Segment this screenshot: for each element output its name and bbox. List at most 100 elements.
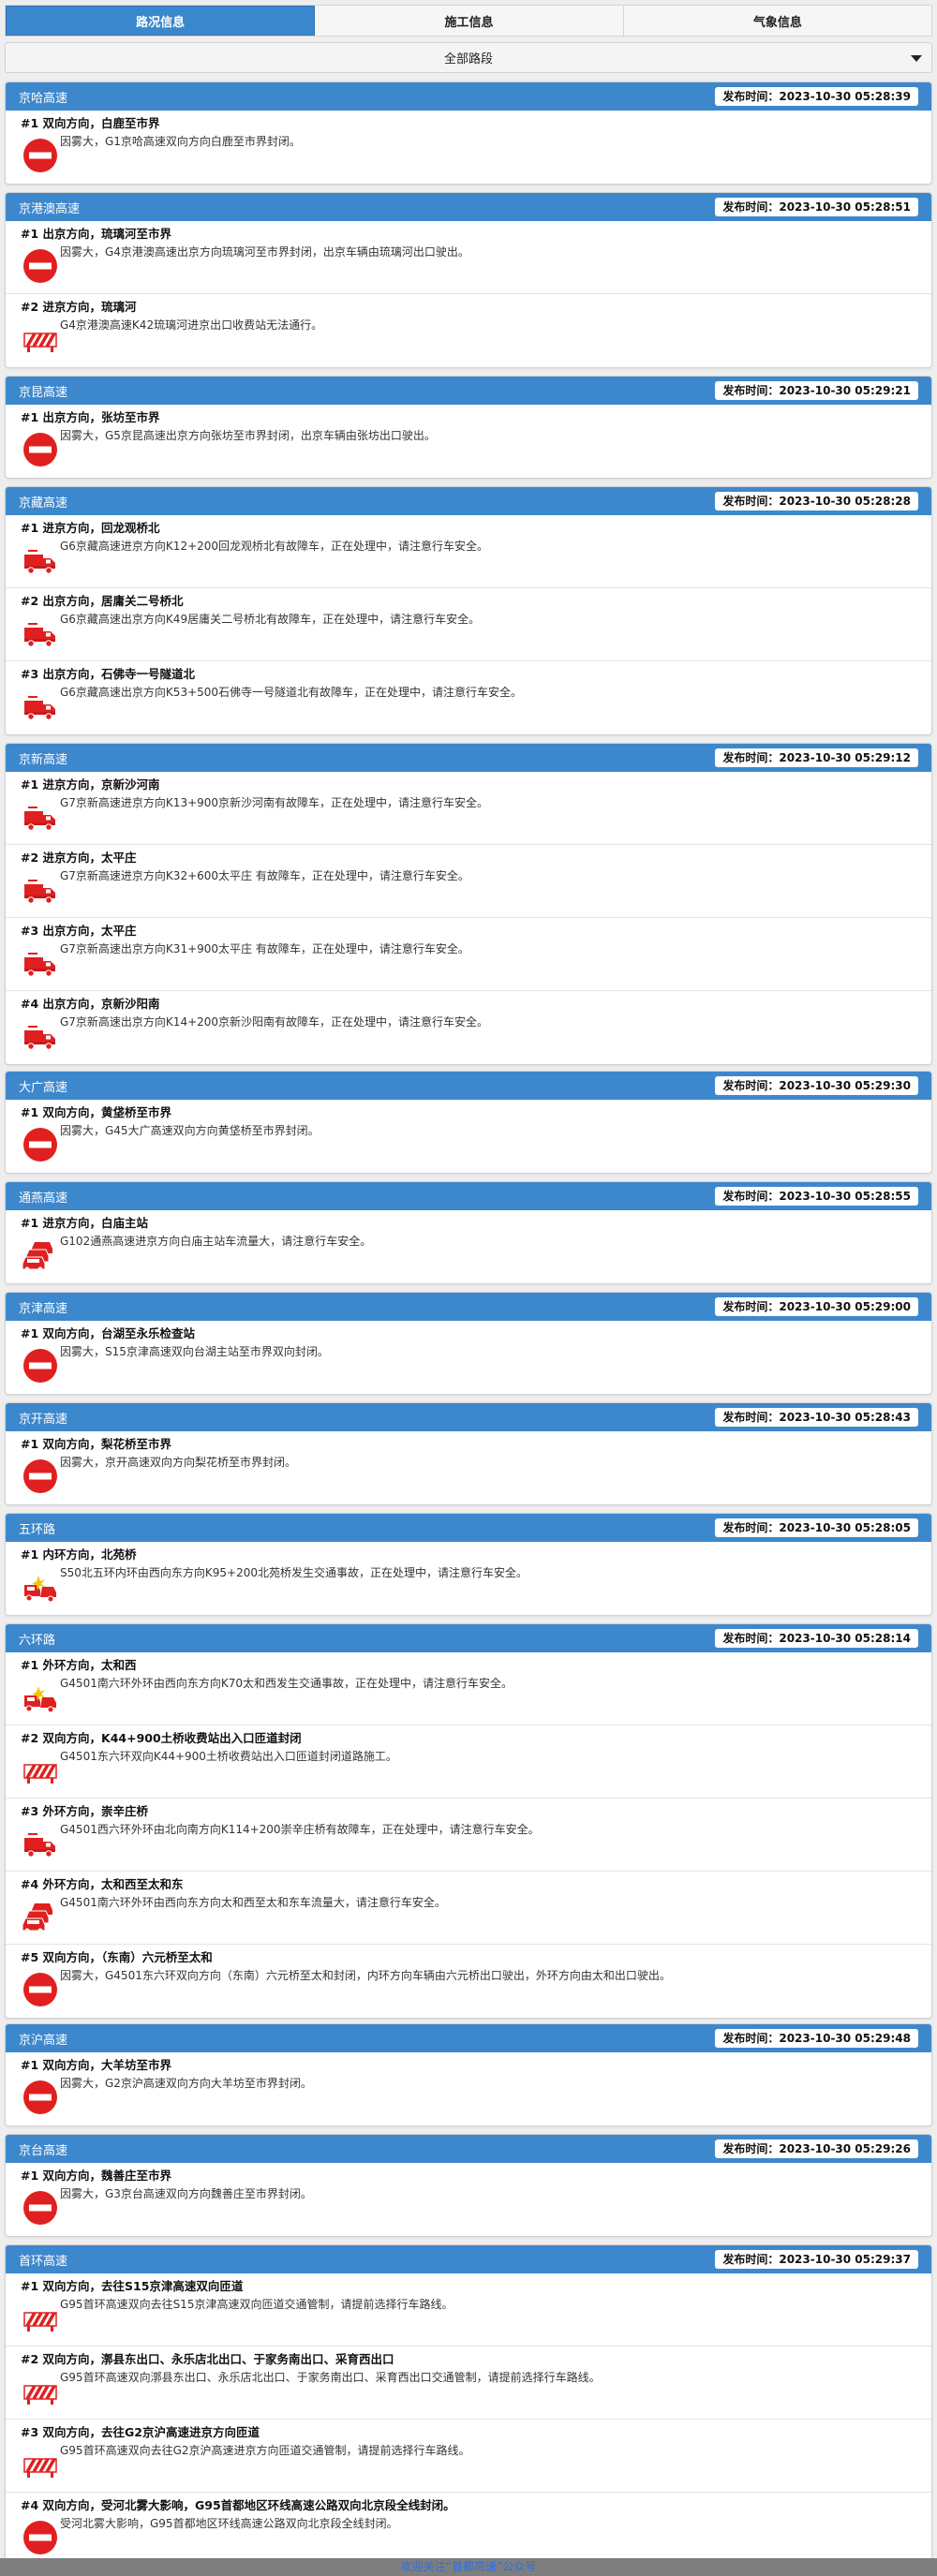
footer-follow-link[interactable]: 欢迎关注“首都高速”公众号 — [0, 2558, 937, 2576]
publish-time-label: 发布时间： — [722, 90, 780, 103]
incident-description: G4501南六环外环由西向东方向K70太和西发生交通事故，正在处理中，请注意行车… — [60, 1677, 513, 1690]
road-card: 京沪高速 发布时间：2023-10-30 05:29:48 #1 双向方向，大羊坊至… — [5, 2023, 932, 2126]
road-closed-icon — [22, 2079, 59, 2116]
breakdown-truck-icon — [22, 614, 59, 652]
incident-item[interactable]: #4 双向方向，受河北雾大影响，G95首都地区环线高速公路双向北京段全线封闭。受… — [6, 2493, 931, 2566]
publish-time-badge: 发布时间：2023-10-30 05:29:00 — [715, 1297, 918, 1316]
publish-time-badge: 发布时间：2023-10-30 05:29:21 — [715, 381, 918, 400]
incident-item[interactable]: #1 内环方向，北苑桥 S50北五环内环由西向东方向K95+200北苑桥发生交通事… — [6, 1542, 931, 1615]
incident-item[interactable]: #2 双向方向，K44+900土桥收费站出入口匝道封闭 G4501东六环双向K44… — [6, 1725, 931, 1799]
incident-title: #2 进京方向，太平庄 — [21, 851, 137, 865]
incident-item[interactable]: #3 双向方向，去往G2京沪高速进京方向匝道 G95首环高速双向去往G2京沪高速进… — [6, 2420, 931, 2493]
incident-item[interactable]: #1 双向方向，魏善庄至市界 因雾大，G3京台高速双向方向魏善庄至市界封闭。 — [6, 2163, 931, 2236]
incident-item[interactable]: #1 双向方向，梨花桥至市界 因雾大，京开高速双向方向梨花桥至市界封闭。 — [6, 1431, 931, 1504]
incident-description: G7京新高速出京方向K31+900太平庄 有故障车，正在处理中，请注意行车安全。 — [60, 942, 469, 955]
road-closed-icon — [22, 1971, 59, 2008]
road-closed-icon — [22, 1126, 59, 1163]
tab-weather-info[interactable]: 气象信息 — [623, 6, 931, 36]
publish-time-label: 发布时间： — [722, 495, 780, 508]
publish-time-label: 发布时间： — [722, 1190, 780, 1203]
publish-time-value: 2023-10-30 05:29:26 — [779, 2142, 911, 2155]
incident-item[interactable]: #5 双向方向，（东南）六元桥至太和 因雾大，G4501东六环双向方向（东南）六元… — [6, 1945, 931, 2018]
incident-item[interactable]: #3 出京方向，太平庄 G7京新高速出京方向K31+900太平庄 有故障车，正在处… — [6, 918, 931, 991]
road-card-header: 京津高速 发布时间：2023-10-30 05:29:00 — [6, 1293, 931, 1321]
incident-item[interactable]: #1 双向方向，白鹿至市界 因雾大，G1京哈高速双向方向白鹿至市界封闭。 — [6, 111, 931, 184]
incident-item[interactable]: #1 双向方向，去往S15京津高速双向匝道 G95首环高速双向去往S15京津高速双… — [6, 2273, 931, 2347]
road-card: 五环路 发布时间：2023-10-30 05:28:05 #1 内环方向，北苑桥 S5… — [5, 1513, 932, 1616]
incident-description: G7京新高速出京方向K14+200京新沙阳南有故障车，正在处理中，请注意行车安全… — [60, 1015, 489, 1029]
publish-time-label: 发布时间： — [722, 200, 780, 214]
incident-description: 因雾大，S15京津高速双向台湖主站至市界双向封闭。 — [60, 1345, 329, 1358]
road-name: 京港澳高速 — [19, 201, 81, 216]
road-card: 京开高速 发布时间：2023-10-30 05:28:43 #1 双向方向，梨花桥至… — [5, 1402, 932, 1505]
breakdown-truck-icon — [22, 1017, 59, 1055]
incident-item[interactable]: #1 进京方向，回龙观桥北 G6京藏高速进京方向K12+200回龙观桥北有故障车，… — [6, 515, 931, 588]
publish-time-badge: 发布时间：2023-10-30 05:29:48 — [715, 2029, 918, 2048]
incident-item[interactable]: #4 外环方向，太和西至太和东 G4501南六环外环由西向东方向太和西至太和东车流… — [6, 1872, 931, 1945]
tab-traffic-info[interactable]: 路况信息 — [6, 6, 316, 36]
incident-item[interactable]: #1 双向方向，黄垡桥至市界 因雾大，G45大广高速双向方向黄垡桥至市界封闭。 — [6, 1100, 931, 1173]
road-card-header: 京新高速 发布时间：2023-10-30 05:29:12 — [6, 744, 931, 772]
incident-item[interactable]: #1 双向方向，台湖至永乐检查站 因雾大，S15京津高速双向台湖主站至市界双向封闭… — [6, 1321, 931, 1394]
tab-construction-info[interactable]: 施工信息 — [315, 6, 624, 36]
road-name: 京新高速 — [19, 752, 68, 767]
publish-time-label: 发布时间： — [722, 1632, 780, 1645]
incident-item[interactable]: #4 出京方向，京新沙阳南 G7京新高速出京方向K14+200京新沙阳南有故障车，… — [6, 991, 931, 1064]
incident-title: #1 双向方向，大羊坊至市界 — [21, 2058, 172, 2072]
incident-title: #1 双向方向，魏善庄至市界 — [21, 2169, 172, 2183]
road-name: 通燕高速 — [19, 1191, 68, 1206]
incident-item[interactable]: #1 出京方向，琉璃河至市界 因雾大，G4京港澳高速出京方向琉璃河至市界封闭，出京… — [6, 221, 931, 294]
road-card-header: 大广高速 发布时间：2023-10-30 05:29:30 — [6, 1072, 931, 1100]
publish-time-label: 发布时间： — [722, 2142, 780, 2155]
incident-description: G95首环高速双向去往G2京沪高速进京方向匝道交通管制，请提前选择行车路线。 — [60, 2444, 470, 2457]
incident-item[interactable]: #1 进京方向，白庙主站 G102通燕高速进京方向白庙主站车流量大，请注意行车安全… — [6, 1210, 931, 1283]
incident-description: G6京藏高速出京方向K53+500石佛寺一号隧道北有故障车，正在处理中，请注意行… — [60, 686, 523, 699]
road-name: 首环高速 — [19, 2254, 68, 2269]
incident-item[interactable]: #1 进京方向，京新沙河南 G7京新高速进京方向K13+900京新沙河南有故障车，… — [6, 772, 931, 845]
incident-title: #5 双向方向，（东南）六元桥至太和 — [21, 1950, 213, 1964]
publish-time-label: 发布时间： — [722, 1521, 780, 1534]
breakdown-truck-icon — [22, 798, 59, 836]
incident-title: #1 双向方向，黄垡桥至市界 — [21, 1105, 172, 1119]
incident-title: #2 双向方向，K44+900土桥收费站出入口匝道封闭 — [21, 1731, 302, 1745]
road-card: 六环路 发布时间：2023-10-30 05:28:14 #1 外环方向，太和西 G4… — [5, 1623, 932, 2019]
incident-item[interactable]: #1 双向方向，大羊坊至市界因雾大，G2京沪高速双向方向大羊坊至市界封闭。 — [6, 2052, 931, 2125]
incident-title: #3 外环方向，崇辛庄桥 — [21, 1804, 149, 1818]
publish-time-label: 发布时间： — [722, 2253, 780, 2266]
road-section-select-value: 全部路段 — [443, 52, 493, 67]
road-name: 京开高速 — [19, 1412, 68, 1427]
incident-item[interactable]: #3 外环方向，崇辛庄桥 G4501西六环外环由北向南方向K114+200崇辛庄桥… — [6, 1799, 931, 1872]
incident-item[interactable]: #2 出京方向，居庸关二号桥北 G6京藏高速出京方向K49居庸关二号桥北有故障车，… — [6, 588, 931, 661]
incident-description: 因雾大，G2京沪高速双向方向大羊坊至市界封闭。 — [60, 2077, 312, 2090]
publish-time-badge: 发布时间：2023-10-30 05:28:39 — [715, 87, 918, 106]
incident-item[interactable]: #1 出京方向，张坊至市界 因雾大，G5京昆高速出京方向张坊至市界封闭，出京车辆由… — [6, 405, 931, 478]
incident-item[interactable]: #3 出京方向，石佛寺一号隧道北 G6京藏高速出京方向K53+500石佛寺一号隧道… — [6, 661, 931, 734]
road-section-select[interactable]: 全部路段 — [5, 42, 932, 73]
road-card-header: 京藏高速 发布时间：2023-10-30 05:28:28 — [6, 487, 931, 515]
road-closed-icon — [22, 1347, 59, 1384]
incident-description: G95首环高速双向去往S15京津高速双向匝道交通管制，请提前选择行车路线。 — [60, 2298, 454, 2311]
publish-time-value: 2023-10-30 05:28:14 — [779, 1632, 911, 1645]
breakdown-truck-icon — [22, 871, 59, 909]
incident-title: #1 出京方向，张坊至市界 — [21, 410, 160, 424]
incident-item[interactable]: #2 进京方向，太平庄 G7京新高速进京方向K32+600太平庄 有故障车，正在处… — [6, 845, 931, 918]
publish-time-value: 2023-10-30 05:29:12 — [779, 751, 911, 764]
road-card-header: 六环路 发布时间：2023-10-30 05:28:14 — [6, 1624, 931, 1652]
incident-title: #2 出京方向，居庸关二号桥北 — [21, 594, 184, 608]
incident-title: #2 进京方向，琉璃河 — [21, 300, 137, 314]
publish-time-value: 2023-10-30 05:28:39 — [779, 90, 911, 103]
publish-time-label: 发布时间： — [722, 2032, 780, 2045]
incident-title: #1 进京方向，白庙主站 — [21, 1216, 149, 1230]
road-name: 京藏高速 — [19, 496, 68, 511]
congestion-icon — [22, 1236, 59, 1274]
road-card-header: 首环高速 发布时间：2023-10-30 05:29:37 — [6, 2245, 931, 2273]
publish-time-badge: 发布时间：2023-10-30 05:29:30 — [715, 1076, 918, 1095]
incident-title: #1 出京方向，琉璃河至市界 — [21, 227, 172, 241]
barrier-icon — [22, 2446, 59, 2483]
incident-description: G7京新高速进京方向K13+900京新沙河南有故障车，正在处理中，请注意行车安全… — [60, 796, 489, 809]
barrier-icon — [22, 2373, 59, 2410]
incident-item[interactable]: #2 进京方向，琉璃河 G4京港澳高速K42琉璃河进京出口收费站无法通行。 — [6, 294, 931, 367]
incident-title: #1 内环方向，北苑桥 — [21, 1547, 137, 1562]
incident-item[interactable]: #1 外环方向，太和西 G4501南六环外环由西向东方向K70太和西发生交通事故，… — [6, 1652, 931, 1725]
incident-item[interactable]: #2 双向方向，漷县东出口、永乐店北出口、于家务南出口、采育西出口 G95首环高速… — [6, 2347, 931, 2420]
